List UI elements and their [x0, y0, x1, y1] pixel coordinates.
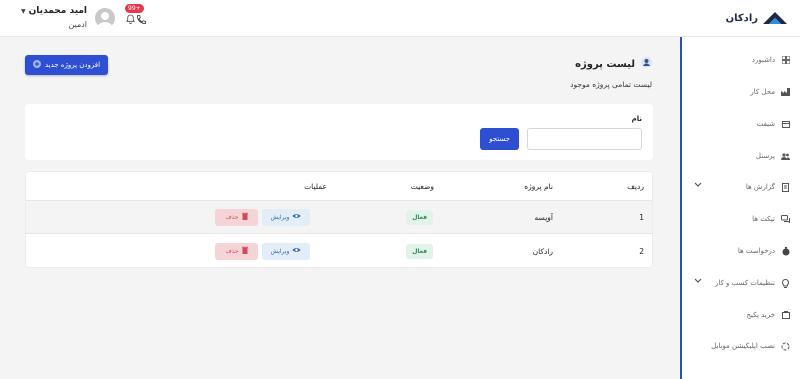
- delete-button[interactable]: حذف: [215, 242, 258, 260]
- sidebar-item-requests[interactable]: درخواست ها: [682, 242, 800, 260]
- chevron-down-icon: [694, 278, 702, 286]
- row-index: 2: [639, 246, 644, 256]
- eye-icon: [292, 213, 301, 221]
- table-header: ردیف نام پروژه وضعیت عملیات: [26, 172, 652, 201]
- edit-button[interactable]: ویرایش: [262, 242, 310, 260]
- sidebar-item-business-settings[interactable]: تنظیمات کسب و کار: [682, 274, 800, 292]
- sidebar-item-label: شیفت: [756, 120, 775, 128]
- page-title: لیست پروژه: [575, 58, 635, 70]
- eye-icon: [292, 247, 301, 255]
- package-icon: [781, 311, 790, 320]
- user-role: ادمین: [68, 20, 88, 29]
- brand-name: رادکان: [725, 12, 758, 24]
- chevron-down-icon: [694, 182, 702, 190]
- add-project-label: افزودن پروژه جدید: [44, 61, 101, 69]
- caret-down-icon: ▼: [21, 7, 26, 15]
- sidebar-item-label: محل کار: [750, 88, 775, 96]
- plus-circle-icon: [32, 60, 41, 70]
- request-icon: [781, 246, 790, 256]
- sidebar-item-label: خرید پکیج: [746, 311, 775, 319]
- sidebar-item-label: گزارش ها: [745, 183, 775, 191]
- sidebar-item-label: داشبورد: [751, 56, 775, 64]
- sidebar-item-label: پرسنل: [755, 152, 775, 160]
- sidebar-item-label: درخواست ها: [737, 247, 775, 255]
- sidebar-item-install-app[interactable]: نصب اپلیکیشن موبایل: [682, 337, 800, 355]
- sync-icon: [781, 342, 790, 351]
- notification-badge: +99: [125, 4, 144, 13]
- page-header: لیست پروژه لیست تمامی پروژه موجود: [570, 57, 652, 89]
- bulb-icon: [781, 278, 790, 288]
- chat-icon: [781, 215, 790, 224]
- trash-icon: [241, 212, 248, 222]
- edit-label: ویرایش: [270, 247, 290, 255]
- table-row: 2 رادکان فعال ویرایش حذف: [26, 234, 652, 267]
- sidebar-item-label: تیکت ها: [752, 215, 775, 223]
- sidebar: داشبورد محل کار شیفت پرسنل گزارش ها تیکت…: [680, 37, 800, 379]
- avatar[interactable]: [95, 7, 116, 28]
- sidebar-item-shift[interactable]: شیفت: [682, 115, 800, 133]
- status-badge: فعال: [406, 243, 433, 259]
- calendar-icon: [781, 120, 790, 129]
- bell-icon: [126, 14, 135, 24]
- sidebar-item-personnel[interactable]: پرسنل: [682, 147, 800, 165]
- user-info[interactable]: امید محمدیان ▼ ادمین: [21, 6, 87, 29]
- row-name: رادکان: [532, 246, 553, 256]
- projects-table: ردیف نام پروژه وضعیت عملیات 1 آوپسه فعال…: [25, 171, 653, 268]
- trash-icon: [241, 246, 248, 256]
- page-subtitle: لیست تمامی پروژه موجود: [570, 80, 652, 89]
- user-name-row: امید محمدیان ▼: [21, 6, 87, 16]
- delete-button[interactable]: حذف: [215, 208, 258, 226]
- search-card: نام جستجو: [25, 104, 653, 160]
- add-project-button[interactable]: افزودن پروژه جدید: [25, 55, 108, 75]
- delete-label: حذف: [225, 213, 239, 221]
- logo-icon: [763, 12, 787, 24]
- row-actions: ویرایش حذف: [215, 208, 310, 226]
- report-icon: [781, 182, 790, 192]
- sidebar-item-reports[interactable]: گزارش ها: [682, 178, 800, 196]
- header-status: وضعیت: [410, 181, 434, 191]
- people-icon: [781, 152, 790, 161]
- row-index: 1: [639, 212, 644, 222]
- search-input[interactable]: [527, 128, 642, 150]
- page-title-row: لیست پروژه: [570, 57, 652, 71]
- user-name: امید محمدیان: [28, 6, 88, 16]
- brand-logo[interactable]: رادکان: [726, 9, 788, 27]
- sidebar-item-dashboard[interactable]: داشبورد: [682, 51, 800, 69]
- header-ops: عملیات: [304, 181, 327, 191]
- project-icon: [641, 57, 652, 71]
- edit-label: ویرایش: [270, 213, 290, 221]
- user-area: +99 امید محمدیان ▼ ادمین: [17, 4, 147, 29]
- search-button[interactable]: جستجو: [480, 128, 519, 150]
- sidebar-item-workplace[interactable]: محل کار: [682, 83, 800, 101]
- row-name: آوپسه: [534, 212, 553, 222]
- delete-label: حذف: [225, 247, 239, 255]
- sidebar-item-buy-package[interactable]: خرید پکیج: [682, 306, 800, 324]
- header-name: نام پروژه: [524, 181, 553, 191]
- row-actions: ویرایش حذف: [215, 242, 310, 260]
- sidebar-item-tickets[interactable]: تیکت ها: [682, 210, 800, 228]
- status-badge: فعال: [406, 209, 433, 225]
- factory-icon: [781, 88, 790, 97]
- dashboard-icon: [781, 56, 790, 65]
- header-index: ردیف: [627, 181, 644, 191]
- edit-button[interactable]: ویرایش: [262, 208, 310, 226]
- table-row: 1 آوپسه فعال ویرایش حذف: [26, 201, 652, 234]
- sidebar-item-label: تنظیمات کسب و کار: [714, 279, 775, 287]
- top-bar: رادکان +99 امید محمدیان ▼ ادمین: [0, 0, 800, 37]
- notification-bell[interactable]: +99: [125, 4, 144, 29]
- search-label: نام: [631, 115, 642, 123]
- sidebar-item-label: نصب اپلیکیشن موبایل: [711, 342, 775, 350]
